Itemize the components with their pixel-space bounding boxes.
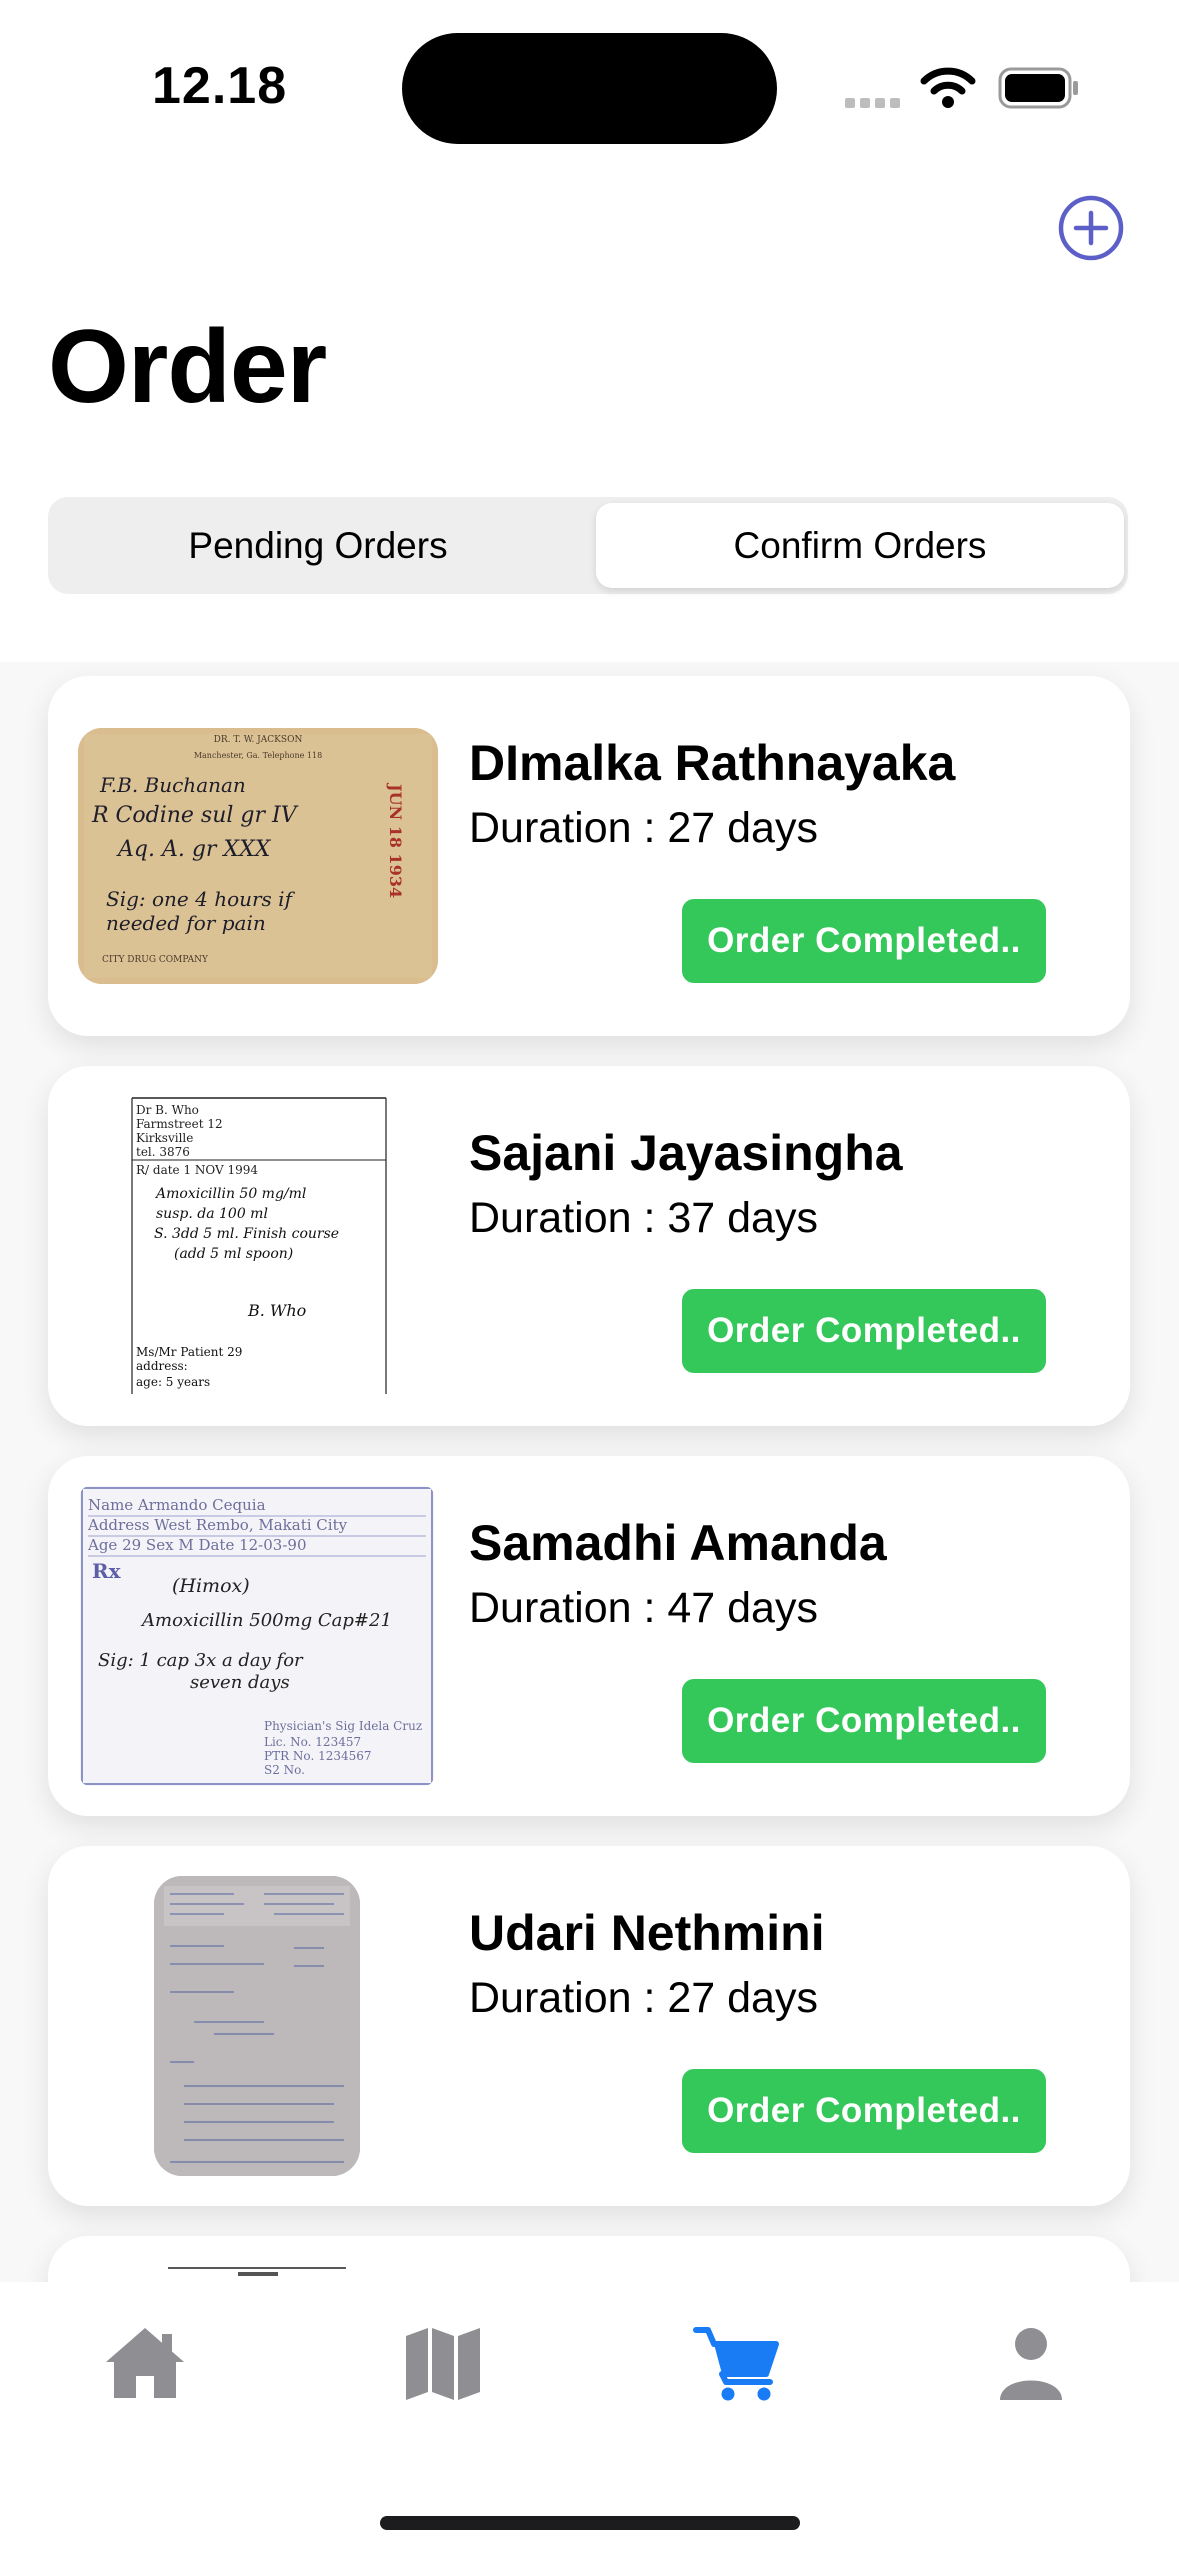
svg-text:Amoxicillin 50 mg/ml: Amoxicillin 50 mg/ml bbox=[154, 1186, 306, 1202]
patient-name: Sajani Jayasingha bbox=[469, 1125, 903, 1181]
patient-name: DImalka Rathnayaka bbox=[469, 735, 956, 791]
order-card[interactable]: Name Armando Cequia Address West Rembo, … bbox=[48, 1456, 1130, 1816]
svg-text:Address West Rembo, Makati Ci: Address West Rembo, Makati City bbox=[87, 1516, 348, 1534]
svg-text:Physician's Sig Idela Cruz: Physician's Sig Idela Cruz bbox=[264, 1719, 422, 1733]
tab-pending-orders[interactable]: Pending Orders bbox=[54, 503, 582, 588]
svg-text:seven days: seven days bbox=[190, 1672, 290, 1693]
wifi-icon bbox=[920, 67, 976, 108]
prescription-image-vintage: DR. T. W. JACKSON Manchester, Ga. Teleph… bbox=[78, 728, 438, 984]
svg-text:needed for pain: needed for pain bbox=[106, 911, 266, 935]
svg-text:Sig: 1 cap 3x a day for: Sig: 1 cap 3x a day for bbox=[98, 1650, 304, 1671]
prescription-image-partial bbox=[168, 2266, 346, 2282]
tab-bar bbox=[0, 2282, 1179, 2556]
order-card[interactable]: DR. T. W. JACKSON Manchester, Ga. Teleph… bbox=[48, 676, 1130, 1036]
prescription-image: Dr B. Who Farmstreet 12 Kirksville tel. … bbox=[128, 1094, 390, 1398]
svg-text:tel. 3876: tel. 3876 bbox=[136, 1145, 190, 1159]
svg-text:Amoxicillin 500mg Cap#21: Amoxicillin 500mg Cap#21 bbox=[140, 1610, 392, 1631]
svg-text:Age 29 Sex M Date 12-03-90: Age 29 Sex M Date 12-03-90 bbox=[87, 1536, 306, 1554]
prescription-image: DR. T. W. JACKSON Manchester, Ga. Teleph… bbox=[78, 728, 438, 984]
svg-text:(add 5 ml spoon): (add 5 ml spoon) bbox=[174, 1246, 293, 1262]
svg-text:R Codine sul gr IV: R Codine sul gr IV bbox=[91, 803, 299, 828]
svg-text:susp. da 100 ml: susp. da 100 ml bbox=[156, 1206, 268, 1222]
cellular-signal-icon bbox=[845, 95, 905, 109]
svg-text:F.B. Buchanan: F.B. Buchanan bbox=[99, 773, 246, 797]
order-status-button[interactable]: Order Completed.. bbox=[682, 1679, 1046, 1763]
svg-text:address:: address: bbox=[136, 1359, 188, 1373]
prescription-image bbox=[154, 1876, 360, 2176]
order-duration: Duration : 47 days bbox=[469, 1584, 818, 1632]
order-status-button[interactable]: Order Completed.. bbox=[682, 1289, 1046, 1373]
svg-text:CITY DRUG COMPANY: CITY DRUG COMPANY bbox=[102, 955, 209, 965]
svg-text:age: 5 years: age: 5 years bbox=[136, 1375, 210, 1389]
patient-name: Udari Nethmini bbox=[469, 1905, 825, 1961]
home-indicator bbox=[380, 2516, 800, 2530]
svg-text:Farmstreet 12: Farmstreet 12 bbox=[136, 1117, 223, 1131]
home-icon[interactable] bbox=[100, 2322, 190, 2402]
cart-icon[interactable] bbox=[692, 2322, 782, 2402]
order-card[interactable] bbox=[48, 2236, 1130, 2282]
order-duration: Duration : 27 days bbox=[469, 1974, 818, 2022]
svg-text:Lic. No. 123457: Lic. No. 123457 bbox=[264, 1735, 361, 1749]
prescription-image-hospital bbox=[154, 1876, 360, 2176]
order-duration: Duration : 37 days bbox=[469, 1194, 818, 1242]
prescription-image: Name Armando Cequia Address West Rembo, … bbox=[80, 1486, 434, 1786]
svg-text:Aq. A. gr XXX: Aq. A. gr XXX bbox=[116, 837, 272, 862]
status-time: 12.18 bbox=[152, 57, 288, 115]
svg-text:R/ date 1 NOV 1994: R/ date 1 NOV 1994 bbox=[136, 1163, 258, 1177]
svg-text:Ms/Mr Patient 29: Ms/Mr Patient 29 bbox=[136, 1345, 242, 1359]
battery-icon bbox=[998, 67, 1078, 109]
map-icon[interactable] bbox=[398, 2322, 488, 2402]
order-duration: Duration : 27 days bbox=[469, 804, 818, 852]
svg-text:PTR No. 1234567: PTR No. 1234567 bbox=[264, 1749, 372, 1763]
person-icon[interactable] bbox=[986, 2322, 1076, 2402]
orders-list[interactable]: DR. T. W. JACKSON Manchester, Ga. Teleph… bbox=[0, 662, 1179, 2282]
svg-text:S. 3dd 5 ml. Finish course: S. 3dd 5 ml. Finish course bbox=[154, 1226, 339, 1242]
svg-text:JUN 18 1934: JUN 18 1934 bbox=[386, 782, 405, 898]
order-card[interactable]: Udari Nethmini Duration : 27 days Order … bbox=[48, 1846, 1130, 2206]
svg-text:(Himox): (Himox) bbox=[172, 1575, 250, 1597]
svg-text:DR. T. W. JACKSON: DR. T. W. JACKSON bbox=[214, 735, 303, 745]
svg-text:B. Who: B. Who bbox=[247, 1301, 306, 1320]
order-segmented-control: Pending Orders Confirm Orders bbox=[48, 497, 1128, 594]
svg-text:Dr B. Who: Dr B. Who bbox=[136, 1103, 199, 1117]
svg-text:Sig: one 4 hours if: Sig: one 4 hours if bbox=[106, 887, 296, 911]
svg-text:Name Armando Cequia: Name Armando Cequia bbox=[88, 1496, 266, 1514]
order-status-button[interactable]: Order Completed.. bbox=[682, 899, 1046, 983]
tab-confirm-orders[interactable]: Confirm Orders bbox=[596, 503, 1124, 588]
patient-name: Samadhi Amanda bbox=[469, 1515, 887, 1571]
svg-text:Kirksville: Kirksville bbox=[136, 1131, 193, 1145]
svg-text:Manchester, Ga. Telep: Manchester, Ga. Telephone 118 bbox=[194, 751, 322, 760]
dynamic-island bbox=[402, 33, 777, 144]
prescription-image-handwritten: Dr B. Who Farmstreet 12 Kirksville tel. … bbox=[128, 1094, 390, 1398]
svg-text:Rx: Rx bbox=[92, 1559, 122, 1583]
add-order-button[interactable] bbox=[1057, 194, 1125, 262]
svg-text:S2 No.: S2 No. bbox=[264, 1763, 305, 1777]
prescription-image-form: Name Armando Cequia Address West Rembo, … bbox=[80, 1486, 434, 1786]
order-status-button[interactable]: Order Completed.. bbox=[682, 2069, 1046, 2153]
order-card[interactable]: Dr B. Who Farmstreet 12 Kirksville tel. … bbox=[48, 1066, 1130, 1426]
page-title: Order bbox=[48, 309, 327, 425]
